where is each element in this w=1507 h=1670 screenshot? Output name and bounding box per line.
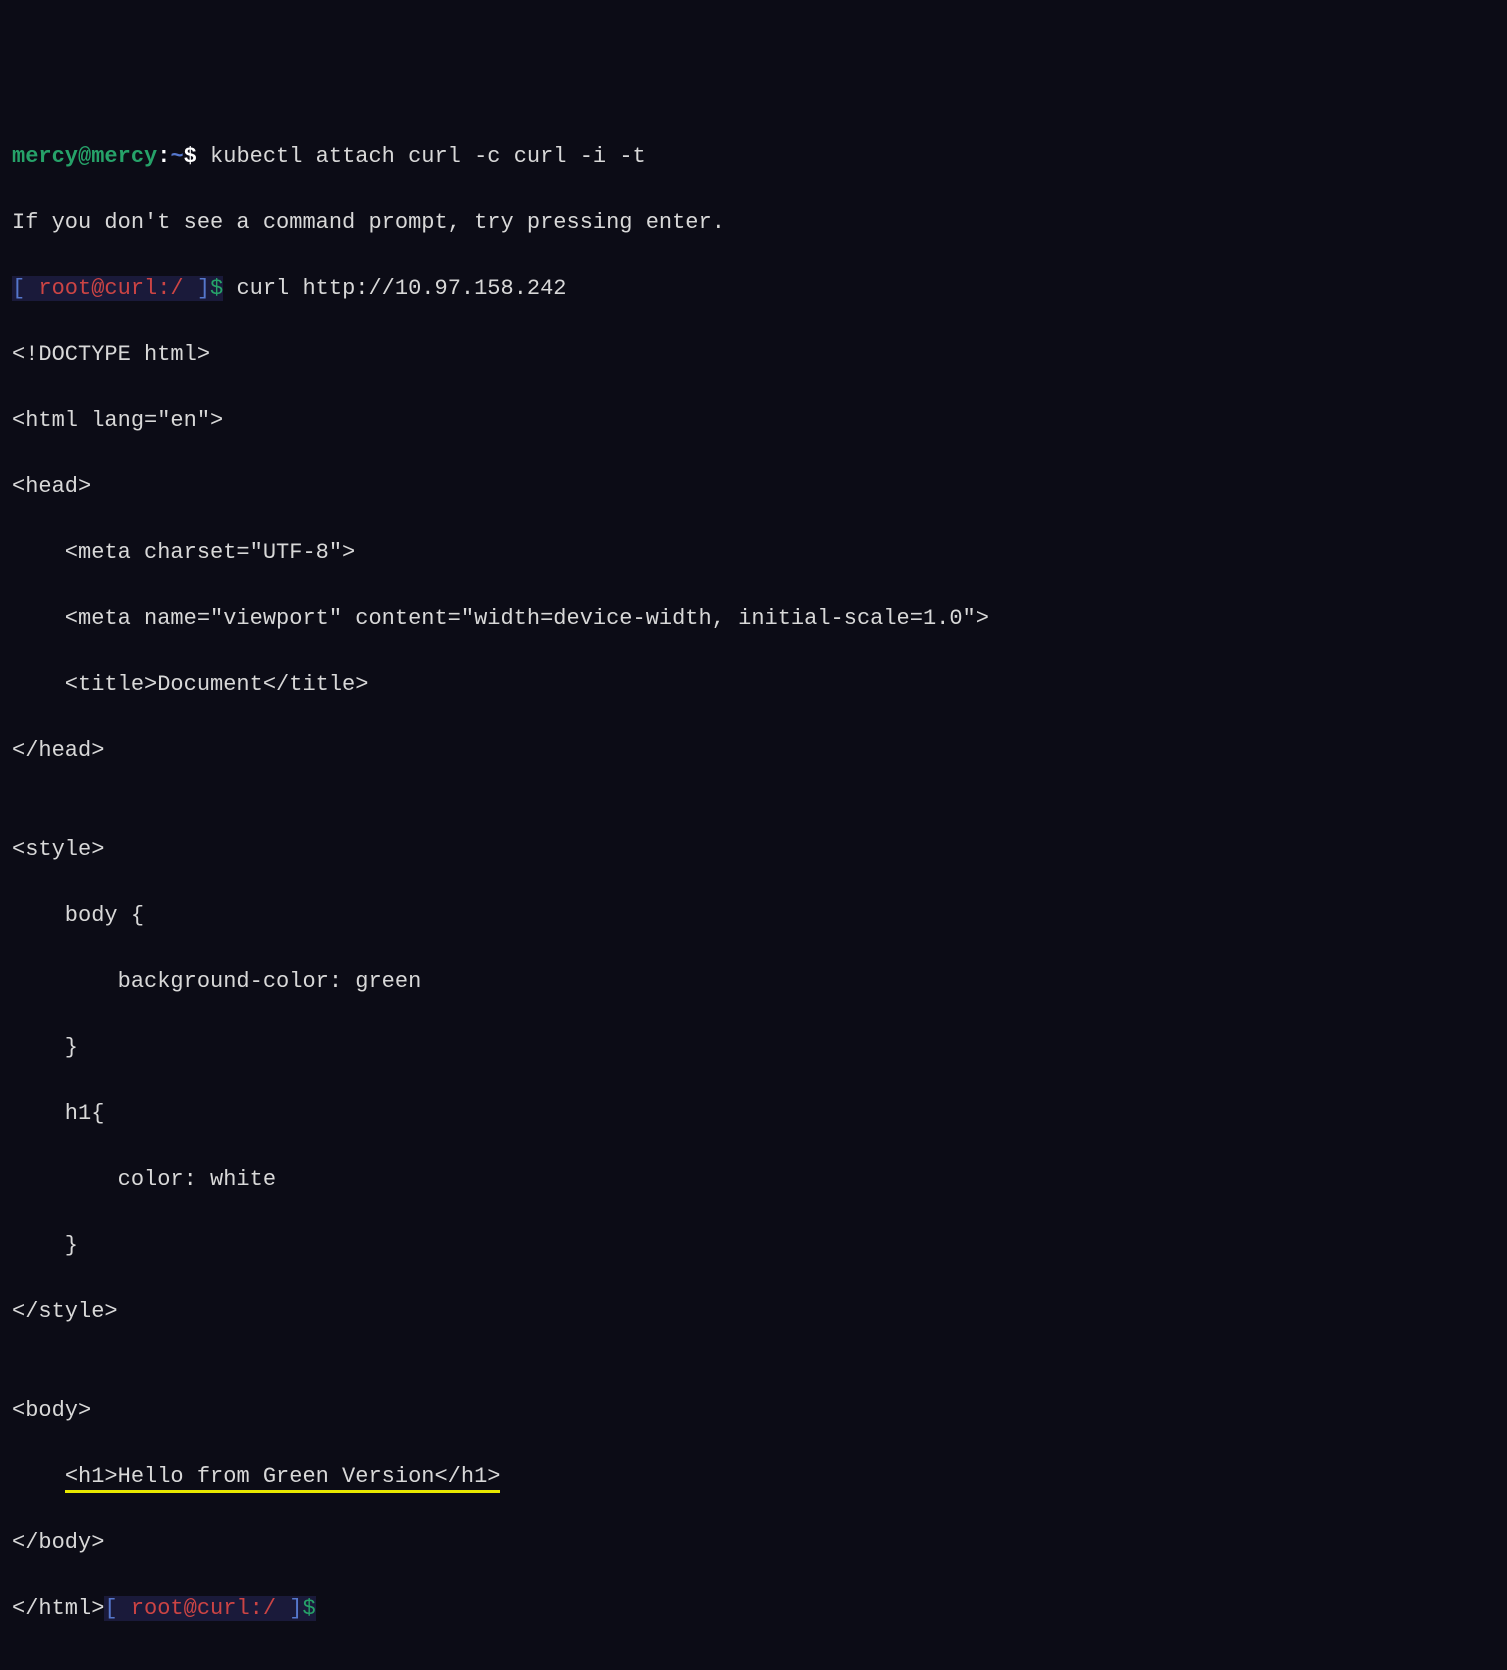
output-line: <meta charset="UTF-8">: [12, 536, 1495, 569]
root-prompt: root@curl:/: [131, 1596, 289, 1621]
dollar-sign: $: [210, 276, 223, 301]
bracket-open: [: [12, 276, 38, 301]
highlighted-h1: <h1>Hello from Green Version</h1>: [65, 1464, 501, 1493]
output-line: <!DOCTYPE html>: [12, 338, 1495, 371]
output-end: </html>: [12, 1596, 104, 1621]
output-line: <meta name="viewport" content="width=dev…: [12, 602, 1495, 635]
bracket-open: [: [104, 1596, 130, 1621]
command-text: kubectl attach curl -c curl -i -t: [210, 144, 646, 169]
output-line: <html lang="en">: [12, 404, 1495, 437]
output-line: <title>Document</title>: [12, 668, 1495, 701]
space: [223, 276, 236, 301]
output-line: </body>: [12, 1526, 1495, 1559]
prompt-dollar: $: [184, 144, 210, 169]
curl-command: curl http://10.97.158.242: [236, 276, 566, 301]
output-line: color: white: [12, 1163, 1495, 1196]
cwd-tilde: ~: [170, 144, 183, 169]
output-line: <body>: [12, 1394, 1495, 1427]
bracket-close: ]: [197, 276, 210, 301]
output-line-highlighted: <h1>Hello from Green Version</h1>: [12, 1460, 1495, 1493]
terminal-last-line[interactable]: </html>[ root@curl:/ ]$: [12, 1592, 1495, 1625]
user-host: mercy@mercy: [12, 144, 157, 169]
output-line: </style>: [12, 1295, 1495, 1328]
output-line: }: [12, 1229, 1495, 1262]
output-line: <head>: [12, 470, 1495, 503]
terminal-line-1[interactable]: mercy@mercy:~$ kubectl attach curl -c cu…: [12, 140, 1495, 173]
terminal-line-3[interactable]: [ root@curl:/ ]$ curl http://10.97.158.2…: [12, 272, 1495, 305]
colon: :: [157, 144, 170, 169]
output-line: }: [12, 1031, 1495, 1064]
indent: [12, 1464, 65, 1489]
output-line: background-color: green: [12, 965, 1495, 998]
dollar-sign: $: [302, 1596, 315, 1621]
output-line: h1{: [12, 1097, 1495, 1130]
output-line: body {: [12, 899, 1495, 932]
root-prompt: root@curl:/: [38, 276, 196, 301]
output-line: </head>: [12, 734, 1495, 767]
terminal-line-2: If you don't see a command prompt, try p…: [12, 206, 1495, 239]
output-line: <style>: [12, 833, 1495, 866]
bracket-close: ]: [289, 1596, 302, 1621]
